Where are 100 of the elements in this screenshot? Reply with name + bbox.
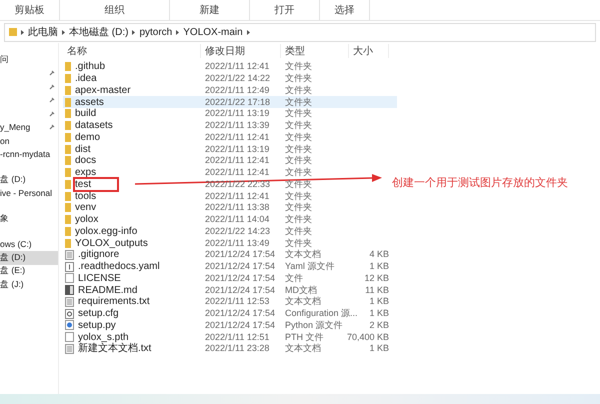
date-cell: 2022/1/11 12:41 — [205, 190, 270, 202]
file-row[interactable]: yolox.egg-info 2022/1/22 14:23 文件夹 — [63, 226, 397, 238]
file-name: .idea — [75, 73, 97, 84]
file-name: build — [75, 108, 96, 120]
file-row[interactable]: LICENSE 2021/12/24 17:54 文件 12 KB — [63, 272, 397, 284]
type-cell: 文件夹 — [285, 155, 312, 166]
sidebar-item-label[interactable]: 象 — [0, 212, 9, 225]
date-cell: 2021/12/24 17:54 — [205, 308, 276, 320]
file-name: exps — [75, 167, 96, 178]
size-cell: 11 KB — [365, 284, 389, 296]
file-row[interactable]: dist 2022/1/11 13:19 文件夹 — [63, 143, 397, 155]
sidebar-item-label[interactable]: ive - Personal — [0, 188, 52, 198]
file-row[interactable]: datasets 2022/1/11 13:39 文件夹 — [63, 120, 397, 132]
date-cell: 2022/1/11 13:49 — [205, 238, 270, 249]
file-row[interactable]: .github 2022/1/11 12:41 文件夹 — [63, 61, 397, 73]
type-cell: 文件夹 — [285, 96, 312, 108]
date-cell: 2022/1/22 14:22 — [205, 73, 270, 84]
date-cell: 2021/12/24 17:54 — [205, 320, 276, 331]
column-header[interactable]: 名称 — [63, 44, 201, 58]
column-header[interactable]: 修改日期 — [201, 44, 281, 58]
file-row[interactable]: venv 2022/1/11 13:38 文件夹 — [63, 202, 397, 214]
file-name: LICENSE — [78, 272, 121, 284]
file-name: .gitignore — [78, 249, 120, 260]
sidebar-item-label[interactable]: 盘 (J:) — [0, 278, 24, 291]
file-row[interactable]: demo 2022/1/11 12:41 文件夹 — [63, 132, 397, 144]
file-row[interactable]: build 2022/1/11 13:19 文件夹 — [63, 108, 397, 120]
file-row[interactable]: .readthedocs.yaml 2021/12/24 17:54 Yaml 源文件 1 KB — [63, 260, 397, 272]
file-row[interactable]: setup.cfg 2021/12/24 17:54 Configuration 源... 1 KB — [63, 308, 397, 320]
file-name: tools — [75, 190, 96, 202]
date-cell: 2022/1/11 12:41 — [205, 167, 270, 178]
type-cell: 文件夹 — [285, 202, 312, 214]
file-row[interactable]: requirements.txt 2022/1/11 12:53 文本文档 1 KB — [63, 296, 397, 308]
file-name: docs — [75, 155, 96, 166]
file-row[interactable]: apex-master 2022/1/11 12:49 文件夹 — [63, 84, 397, 96]
date-cell: 2022/1/11 12:49 — [205, 84, 270, 96]
file-row[interactable]: .gitignore 2021/12/24 17:54 文本文档 4 KB — [63, 249, 397, 261]
file-row[interactable]: 新建文本文档.txt 2022/1/11 23:28 文本文档 1 KB — [63, 343, 397, 355]
type-cell: 文件夹 — [285, 61, 312, 72]
date-cell: 2022/1/11 13:39 — [205, 120, 270, 132]
file-row[interactable]: docs 2022/1/11 12:41 文件夹 — [63, 155, 397, 167]
size-cell: 70,400 KB — [346, 332, 389, 343]
sidebar-item[interactable]: 盘 (D:) — [0, 251, 58, 264]
type-cell: 文件夹 — [285, 73, 312, 84]
file-name: datasets — [75, 120, 113, 132]
sidebar-item-label[interactable]: 盘 (E:) — [0, 265, 26, 278]
file-row[interactable]: YOLOX_outputs 2022/1/11 13:49 文件夹 — [63, 237, 397, 249]
chevron-icon — [176, 30, 180, 34]
date-cell: 2021/12/24 17:54 — [205, 284, 276, 296]
type-cell: PTH 文件 — [285, 332, 324, 343]
type-cell: 文件夹 — [285, 132, 312, 143]
breadcrumb[interactable]: 此电脑 — [28, 25, 58, 39]
type-cell: MD文档 — [285, 284, 317, 296]
breadcrumb[interactable]: 本地磁盘 (D:) — [69, 25, 128, 39]
file-name: requirements.txt — [78, 296, 150, 308]
file-name: dist — [75, 144, 91, 155]
sidebar-item-label[interactable]: ows (C:) — [0, 239, 32, 250]
file-row[interactable]: yolox_s.pth 2022/1/11 12:51 PTH 文件 70,400 KB — [63, 331, 397, 343]
file-row[interactable]: setup.py 2021/12/24 17:54 Python 源文件 2 KB — [63, 320, 397, 332]
file-row[interactable]: .idea 2022/1/22 14:22 文件夹 — [63, 72, 397, 84]
file-name: yolox — [75, 214, 98, 226]
size-cell: 4 KB — [369, 249, 389, 260]
sidebar-item-label[interactable]: 问 — [0, 54, 9, 66]
annotation-text: 创建一个用于测试图片存放的文件夹 — [392, 176, 568, 190]
sidebar-item-label[interactable]: -rcnn-mydata — [0, 149, 50, 160]
document-icon — [65, 262, 74, 272]
file-row[interactable]: exps 2022/1/11 12:41 文件夹 — [63, 166, 397, 178]
chevron-icon — [21, 30, 24, 34]
file-name: 新建文本文档.txt — [78, 343, 152, 354]
size-cell: 1 KB — [369, 261, 389, 272]
file-row[interactable]: tools 2022/1/11 12:41 文件夹 — [63, 190, 397, 202]
breadcrumb[interactable]: YOLOX-main — [183, 26, 243, 38]
file-name: setup.py — [78, 320, 116, 331]
blank-file-icon — [65, 332, 74, 342]
file-name: YOLOX_outputs — [75, 238, 148, 249]
date-cell: 2022/1/11 12:53 — [205, 296, 270, 308]
date-cell: 2021/12/24 17:54 — [205, 249, 276, 260]
type-cell: 文本文档 — [285, 343, 321, 354]
file-row[interactable]: yolox 2022/1/11 14:04 文件夹 — [63, 214, 397, 226]
type-cell: 文件夹 — [285, 190, 312, 202]
ribbon-group-label: 选择 — [320, 0, 370, 20]
chevron-icon — [62, 30, 65, 34]
sidebar-item-label[interactable]: 盘 (D:) — [0, 252, 26, 264]
file-row[interactable]: README.md 2021/12/24 17:54 MD文档 11 KB — [63, 284, 397, 296]
sidebar-item-label[interactable]: on — [0, 136, 10, 146]
type-cell: 文本文档 — [285, 249, 321, 260]
date-cell: 2022/1/11 23:28 — [205, 343, 270, 354]
file-row[interactable]: assets 2022/1/22 17:18 文件夹 — [63, 96, 397, 108]
address-bar[interactable]: 此电脑 本地磁盘 (D:) pytorch YOLOX-main — [4, 22, 596, 42]
file-name: demo — [75, 132, 100, 143]
date-cell: 2022/1/11 12:41 — [205, 132, 270, 143]
type-cell: 文件夹 — [285, 84, 312, 96]
ribbon-group-label: 新建 — [170, 0, 250, 20]
type-cell: Yaml 源文件 — [285, 261, 334, 272]
column-header[interactable]: 类型 — [281, 44, 349, 58]
sidebar-item-label[interactable]: 盘 (D:) — [0, 174, 26, 186]
file-name: assets — [75, 96, 104, 108]
column-header[interactable]: 大小 — [349, 44, 389, 58]
breadcrumb[interactable]: pytorch — [139, 26, 172, 38]
sidebar-item-label[interactable]: y_Meng — [0, 122, 30, 132]
ribbon-group-label: 打开 — [250, 0, 320, 20]
